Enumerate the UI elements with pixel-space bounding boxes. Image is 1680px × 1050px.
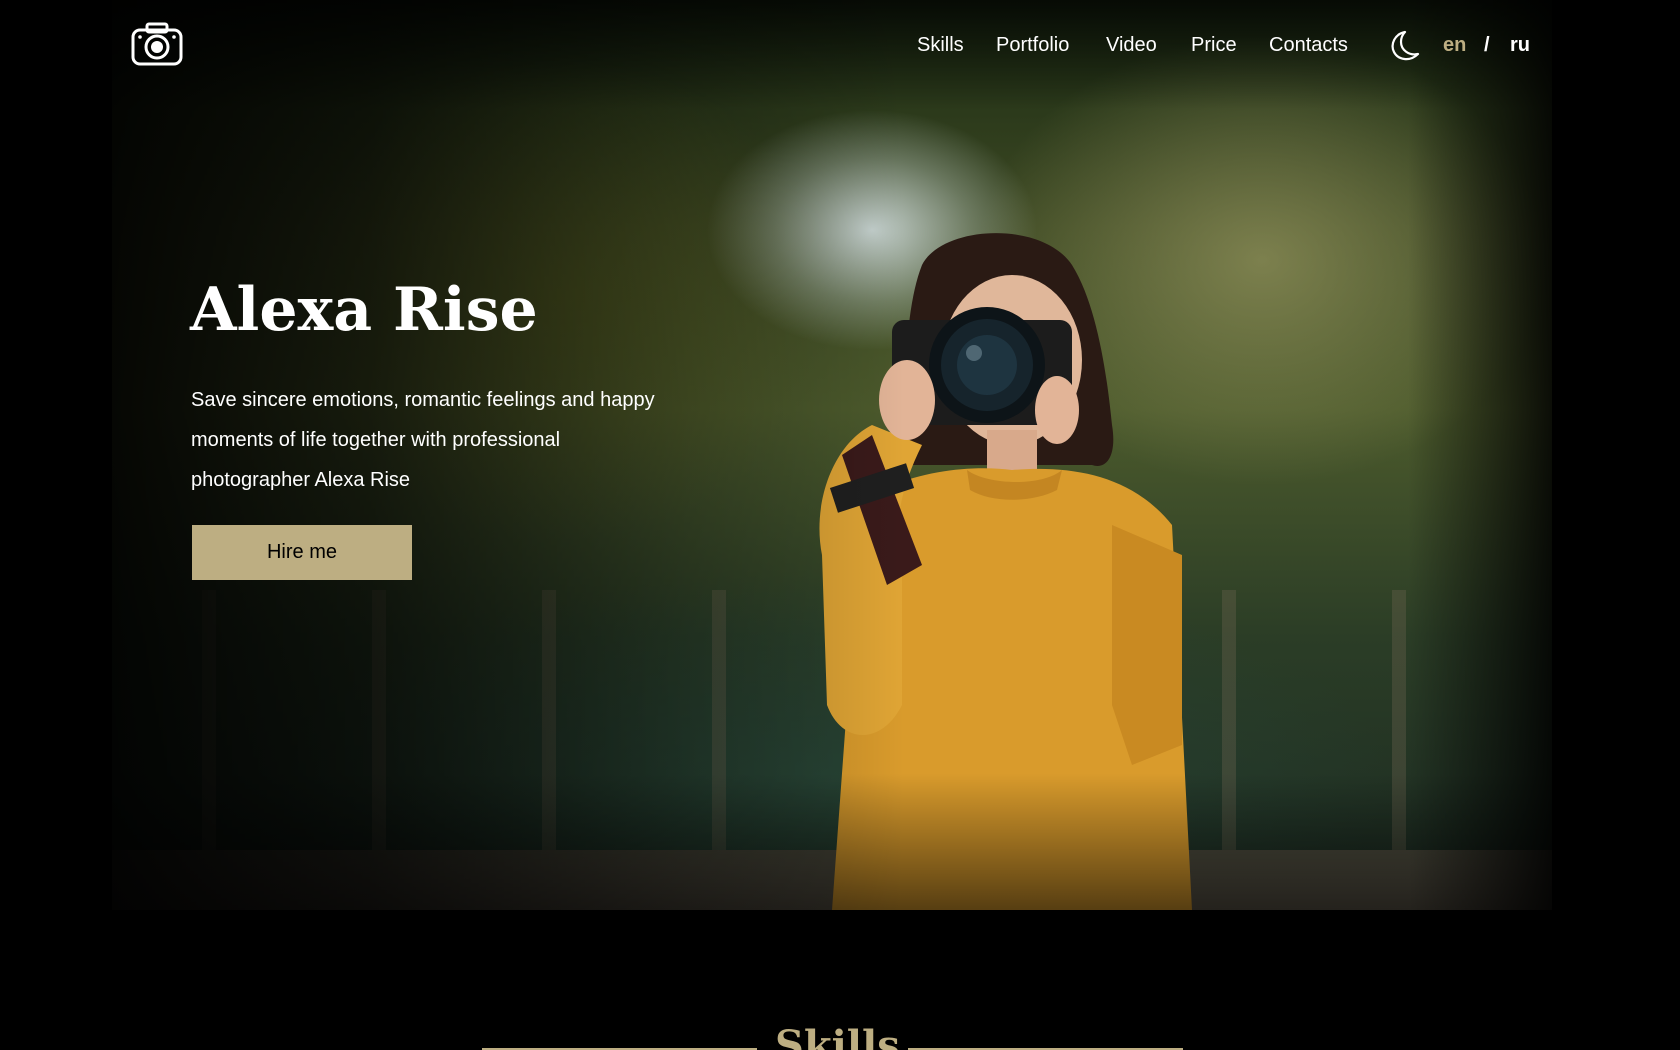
lang-separator: /: [1484, 34, 1490, 56]
nav-item-portfolio[interactable]: Portfolio: [996, 30, 1069, 60]
hire-me-button[interactable]: Hire me: [192, 525, 412, 580]
nav-item-contacts[interactable]: Contacts: [1269, 30, 1348, 60]
camera-icon[interactable]: [131, 22, 183, 66]
skills-section-title: Skills: [775, 1022, 900, 1050]
nav-item-video[interactable]: Video: [1106, 30, 1157, 60]
hero-description: Save sincere emotions, romantic feelings…: [191, 389, 655, 491]
nav-item-skills[interactable]: Skills: [917, 30, 964, 60]
moon-icon[interactable]: [1385, 28, 1421, 64]
nav-item-price[interactable]: Price: [1191, 30, 1237, 60]
lang-en-link[interactable]: en: [1443, 30, 1466, 60]
page: Skills Portfolio Video Price Contacts en…: [0, 0, 1680, 1050]
lang-ru-link[interactable]: ru: [1510, 30, 1530, 60]
hero-title: Alexa Rise: [190, 275, 538, 345]
site-header: Skills Portfolio Video Price Contacts en…: [0, 0, 1680, 90]
